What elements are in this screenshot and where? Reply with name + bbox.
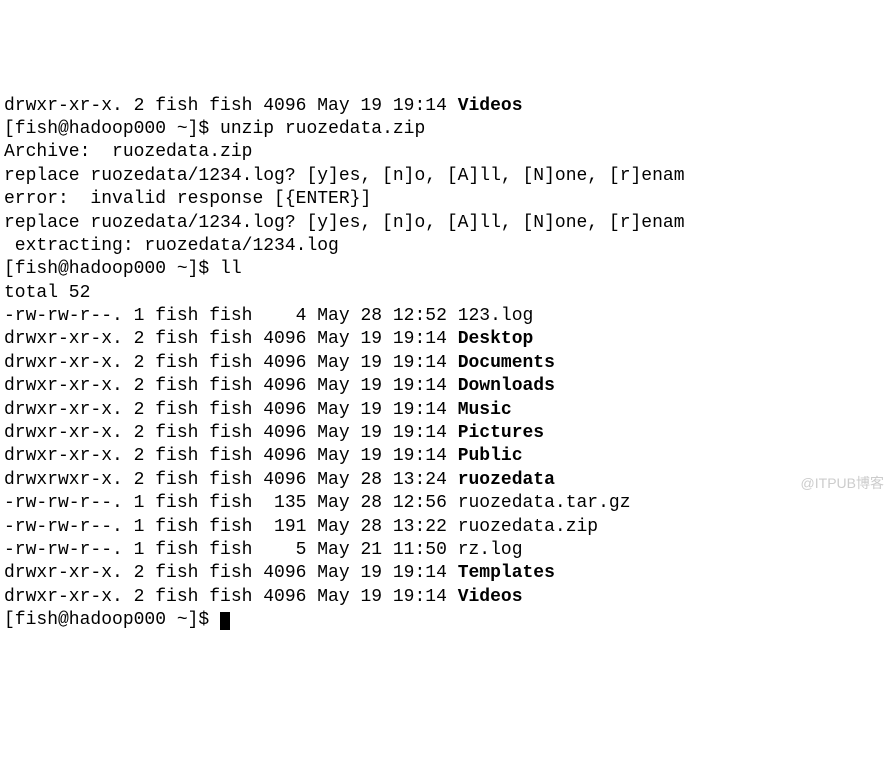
watermark-text: @ITPUB博客 — [801, 474, 884, 492]
terminal-line: Archive: ruozedata.zip — [4, 141, 886, 164]
terminal-line: replace ruozedata/1234.log? [y]es, [n]o,… — [4, 212, 886, 235]
file-name: ruozedata — [458, 470, 555, 490]
file-name: Videos — [458, 96, 523, 116]
shell-prompt: [fish@hadoop000 ~]$ — [4, 259, 209, 279]
file-name: Downloads — [458, 376, 555, 396]
terminal-line: drwxr-xr-x. 2 fish fish 4096 May 19 19:1… — [4, 375, 886, 398]
file-name: rz.log — [458, 540, 523, 560]
terminal-line: replace ruozedata/1234.log? [y]es, [n]o,… — [4, 165, 886, 188]
shell-prompt: [fish@hadoop000 ~]$ — [4, 610, 209, 630]
terminal-line: [fish@hadoop000 ~]$ unzip ruozedata.zip — [4, 118, 886, 141]
terminal-line: drwxr-xr-x. 2 fish fish 4096 May 19 19:1… — [4, 352, 886, 375]
terminal-line: -rw-rw-r--. 1 fish fish 191 May 28 13:22… — [4, 516, 886, 539]
file-name: Desktop — [458, 329, 534, 349]
terminal-output[interactable]: drwxr-xr-x. 2 fish fish 4096 May 19 19:1… — [4, 95, 886, 633]
terminal-line: -rw-rw-r--. 1 fish fish 135 May 28 12:56… — [4, 492, 886, 515]
terminal-line: [fish@hadoop000 ~]$ ll — [4, 258, 886, 281]
terminal-line: drwxr-xr-x. 2 fish fish 4096 May 19 19:1… — [4, 445, 886, 468]
terminal-line: drwxr-xr-x. 2 fish fish 4096 May 19 19:1… — [4, 422, 886, 445]
terminal-line: drwxr-xr-x. 2 fish fish 4096 May 19 19:1… — [4, 399, 886, 422]
file-name: ruozedata.tar.gz — [458, 493, 631, 513]
file-name: 123.log — [458, 306, 534, 326]
terminal-line: [fish@hadoop000 ~]$ — [4, 609, 886, 632]
terminal-line: drwxr-xr-x. 2 fish fish 4096 May 19 19:1… — [4, 95, 886, 118]
file-name: Music — [458, 400, 512, 420]
terminal-line: drwxr-xr-x. 2 fish fish 4096 May 19 19:1… — [4, 328, 886, 351]
file-name: Pictures — [458, 423, 544, 443]
file-name: Videos — [458, 587, 523, 607]
terminal-line: drwxr-xr-x. 2 fish fish 4096 May 19 19:1… — [4, 586, 886, 609]
terminal-line: drwxrwxr-x. 2 fish fish 4096 May 28 13:2… — [4, 469, 886, 492]
terminal-line: extracting: ruozedata/1234.log — [4, 235, 886, 258]
command-text: ll — [220, 259, 242, 279]
terminal-line: error: invalid response [{ENTER}] — [4, 188, 886, 211]
shell-prompt: [fish@hadoop000 ~]$ — [4, 119, 209, 139]
command-text: unzip ruozedata.zip — [220, 119, 425, 139]
terminal-line: drwxr-xr-x. 2 fish fish 4096 May 19 19:1… — [4, 562, 886, 585]
terminal-line: total 52 — [4, 282, 886, 305]
file-name: Public — [458, 446, 523, 466]
terminal-line: -rw-rw-r--. 1 fish fish 5 May 21 11:50 r… — [4, 539, 886, 562]
file-name: Documents — [458, 353, 555, 373]
cursor-block — [220, 612, 230, 630]
terminal-line: -rw-rw-r--. 1 fish fish 4 May 28 12:52 1… — [4, 305, 886, 328]
file-name: Templates — [458, 563, 555, 583]
